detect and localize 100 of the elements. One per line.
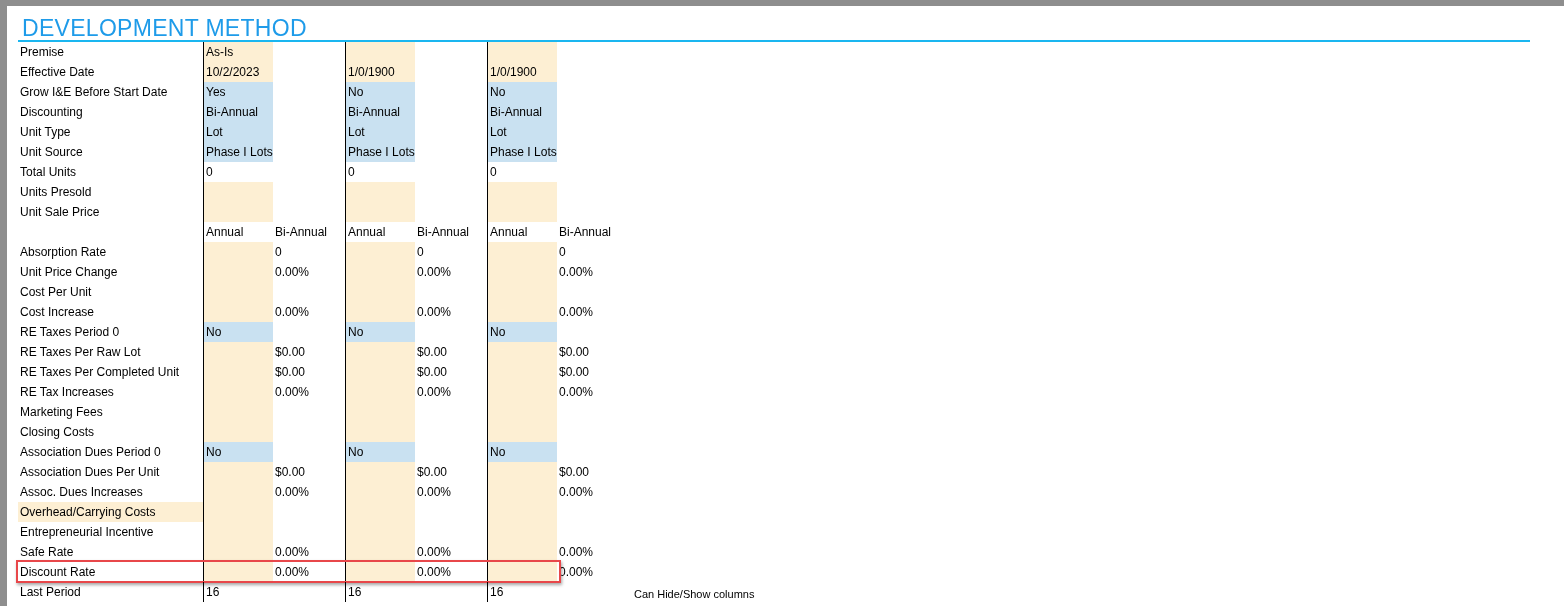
table-cell-text: 0.00% xyxy=(274,304,311,321)
row-label: Safe Rate xyxy=(19,544,75,561)
input-cell[interactable] xyxy=(345,302,415,322)
dropdown-cell[interactable]: Bi-Annual xyxy=(345,102,415,122)
table-cell-text: 0.00% xyxy=(416,544,453,561)
dropdown-cell[interactable]: Yes xyxy=(203,82,273,102)
table-cell-text: $0.00 xyxy=(274,364,307,381)
input-cell[interactable] xyxy=(345,202,415,222)
table-cell-text: 0.00% xyxy=(558,264,595,281)
input-cell[interactable] xyxy=(203,462,273,482)
row-label: Unit Source xyxy=(19,144,84,161)
input-cell[interactable] xyxy=(345,342,415,362)
row-label: RE Tax Increases xyxy=(19,384,115,401)
row-label: Closing Costs xyxy=(19,424,96,441)
input-cell[interactable] xyxy=(487,302,557,322)
table-cell-text: $0.00 xyxy=(558,464,591,481)
table-cell-text: 0.00% xyxy=(274,384,311,401)
input-cell[interactable] xyxy=(345,182,415,202)
table-cell-text: 0 xyxy=(416,244,425,261)
row-label: Grow I&E Before Start Date xyxy=(19,84,169,101)
input-cell[interactable] xyxy=(345,42,415,62)
dropdown-cell[interactable]: Phase I Lots xyxy=(345,142,415,162)
table-cell-text: 0.00% xyxy=(274,544,311,561)
input-cell[interactable] xyxy=(203,302,273,322)
table-cell-text: 0.00% xyxy=(416,564,453,581)
table-cell-text: 0.00% xyxy=(558,384,595,401)
input-cell[interactable] xyxy=(345,422,415,442)
input-cell[interactable] xyxy=(203,182,273,202)
row-label: Absorption Rate xyxy=(19,244,108,261)
row-label: RE Taxes Period 0 xyxy=(19,324,121,341)
input-cell[interactable] xyxy=(203,202,273,222)
table-cell-text: $0.00 xyxy=(416,464,449,481)
dropdown-cell[interactable]: Phase I Lots xyxy=(487,142,557,162)
input-cell[interactable]: 1/0/1900 xyxy=(345,62,415,82)
row-label: Discount Rate xyxy=(19,564,97,581)
row-label: Marketing Fees xyxy=(19,404,104,421)
row-label: Unit Type xyxy=(19,124,72,141)
input-cell[interactable] xyxy=(487,422,557,442)
input-cell[interactable]: 1/0/1900 xyxy=(487,62,557,82)
dropdown-cell[interactable]: Bi-Annual xyxy=(487,102,557,122)
row-label: Association Dues Period 0 xyxy=(19,444,162,461)
table-cell-text: $0.00 xyxy=(416,364,449,381)
dropdown-cell[interactable]: Lot xyxy=(345,122,415,142)
table-cell: 16 xyxy=(487,582,557,602)
row-label: Cost Increase xyxy=(19,304,96,321)
input-cell[interactable] xyxy=(345,462,415,482)
table-cell-text: $0.00 xyxy=(416,344,449,361)
input-cell[interactable] xyxy=(487,182,557,202)
dropdown-cell[interactable]: Phase I Lots xyxy=(203,142,273,162)
input-cell[interactable] xyxy=(203,562,273,582)
input-cell[interactable] xyxy=(203,342,273,362)
input-cell[interactable] xyxy=(487,562,557,582)
table-cell-text: 0 xyxy=(558,244,567,261)
dropdown-cell[interactable]: No xyxy=(345,322,415,342)
row-label: Assoc. Dues Increases xyxy=(19,484,144,501)
row-label: Discounting xyxy=(19,104,84,121)
input-cell[interactable] xyxy=(487,202,557,222)
table-cell: 16 xyxy=(203,582,273,602)
table-cell-text: 0.00% xyxy=(558,484,595,501)
input-cell[interactable] xyxy=(203,422,273,442)
input-cell[interactable]: 10/2/2023 xyxy=(203,62,273,82)
dropdown-cell[interactable]: No xyxy=(487,442,557,462)
table-cell-text: Bi-Annual xyxy=(274,224,329,241)
table-cell-text: 0.00% xyxy=(416,384,453,401)
row-label: Unit Price Change xyxy=(19,264,119,281)
dropdown-cell[interactable]: No xyxy=(203,322,273,342)
table-cell: 16 xyxy=(345,582,415,602)
dropdown-cell[interactable]: Lot xyxy=(487,122,557,142)
row-label: Cost Per Unit xyxy=(19,284,93,301)
input-cell[interactable] xyxy=(487,42,557,62)
table-cell-text: $0.00 xyxy=(558,364,591,381)
row-label: Association Dues Per Unit xyxy=(19,464,161,481)
dropdown-cell[interactable]: Lot xyxy=(203,122,273,142)
dropdown-cell[interactable]: No xyxy=(345,82,415,102)
input-cell[interactable] xyxy=(345,542,415,562)
input-cell[interactable] xyxy=(487,542,557,562)
input-cell[interactable] xyxy=(345,562,415,582)
table-cell-text: 0.00% xyxy=(274,484,311,501)
input-cell[interactable]: As-Is xyxy=(203,42,273,62)
row-label: Premise xyxy=(19,44,65,61)
input-cell[interactable] xyxy=(487,242,557,262)
input-cell[interactable] xyxy=(487,342,557,362)
input-cell[interactable] xyxy=(203,242,273,262)
row-label: Effective Date xyxy=(19,64,96,81)
input-cell[interactable] xyxy=(487,462,557,482)
dropdown-cell[interactable]: No xyxy=(203,442,273,462)
input-cell[interactable] xyxy=(345,242,415,262)
table-cell-text: 0 xyxy=(274,244,283,261)
table-cell-text: 0.00% xyxy=(416,304,453,321)
row-label: Unit Sale Price xyxy=(19,204,101,221)
table-cell-text: $0.00 xyxy=(274,464,307,481)
row-label: Overhead/Carrying Costs xyxy=(18,502,203,522)
input-cell[interactable] xyxy=(203,542,273,562)
dropdown-cell[interactable]: No xyxy=(487,82,557,102)
dropdown-cell[interactable]: No xyxy=(487,322,557,342)
dropdown-cell[interactable]: No xyxy=(345,442,415,462)
note-text: Can Hide/Show columns xyxy=(633,587,755,602)
dropdown-cell[interactable]: Bi-Annual xyxy=(203,102,273,122)
table-cell-text: $0.00 xyxy=(274,344,307,361)
table-cell-text: Bi-Annual xyxy=(558,224,613,241)
